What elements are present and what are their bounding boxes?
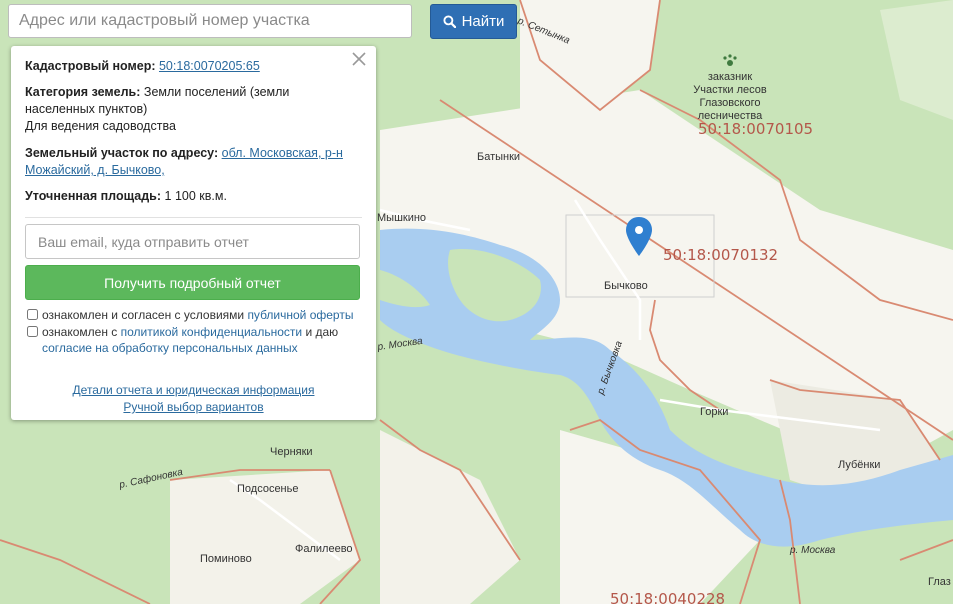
address-row: Земельный участок по адресу: обл. Москов… [25,145,362,179]
place-label: Горки [700,406,728,418]
river-label: р. Москва [789,545,836,556]
parcel-info-panel: Кадастровый номер: 50:18:0070205:65 Кате… [11,46,376,420]
consent-offer-row: ознакомлен и согласен с условиями публич… [25,307,362,323]
address-label: Земельный участок по адресу: [25,146,219,160]
privacy-consent-checkbox[interactable] [27,326,38,337]
area-label: Уточненная площадь: [25,189,162,203]
place-label: Мышкино [377,212,426,224]
reserve-label-line: Глазовского [700,97,761,109]
divider [25,217,362,218]
consent-offer-text: ознакомлен и согласен с условиями [42,308,248,322]
place-label: Подсосенье [237,483,298,495]
cadastral-map-label: 50:18:0070105 [698,120,813,138]
place-label: Лубёнки [838,459,880,471]
data-processing-consent-link[interactable]: согласие на обработку персональных данны… [42,341,298,355]
reserve-label-line: заказник [708,71,752,83]
offer-consent-checkbox[interactable] [27,309,38,320]
place-label: Глаз [928,576,951,588]
cadastral-row: Кадастровый номер: 50:18:0070205:65 [25,58,362,75]
cadastral-map-label: 50:18:0070132 [663,246,778,264]
place-label: Поминово [200,553,252,565]
area-value: 1 100 кв.м. [164,189,227,203]
consent-privacy-row: ознакомлен с политикой конфиденциальност… [25,324,362,356]
place-label: Черняки [270,446,313,458]
email-field[interactable] [25,224,360,259]
cadastral-map-label: 50:18:0040228 [610,590,725,604]
reserve-label-line: Участки лесов [693,84,767,96]
consent-privacy-after: и даю [302,325,339,339]
place-label: Бычково [604,280,648,292]
get-report-button[interactable]: Получить подробный отчет [25,265,360,300]
footer-links: Детали отчета и юридическая информация Р… [25,382,362,416]
search-button[interactable]: Найти [430,4,517,39]
search-input[interactable] [8,4,412,38]
consent-privacy-text: ознакомлен с [42,325,121,339]
privacy-policy-link[interactable]: политикой конфиденциальности [121,325,302,339]
cadastral-number-link[interactable]: 50:18:0070205:65 [159,59,260,73]
manual-selection-link[interactable]: Ручной выбор вариантов [123,399,263,416]
public-offer-link[interactable]: публичной оферты [247,308,353,322]
category-label: Категория земель: [25,85,141,99]
place-label: Фалилеево [295,543,353,555]
land-usage: Для ведения садоводства [25,119,176,133]
cadastral-label: Кадастровый номер: [25,59,156,73]
area-row: Уточненная площадь: 1 100 кв.м. [25,188,362,205]
place-label: Батынки [477,151,520,163]
search-button-label: Найти [461,13,505,30]
close-icon[interactable] [350,50,368,68]
report-details-link[interactable]: Детали отчета и юридическая информация [73,382,315,399]
category-row: Категория земель: Земли поселений (земли… [25,84,362,135]
search-icon [443,15,456,28]
